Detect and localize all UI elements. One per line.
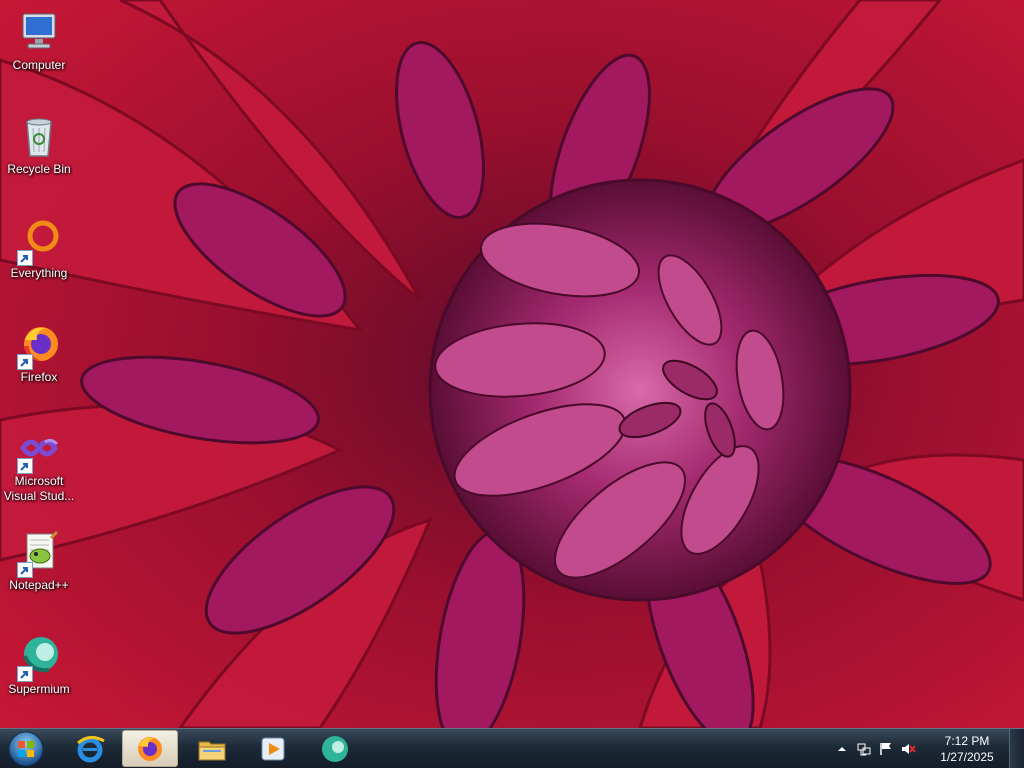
action-center-flag-icon[interactable] [878,741,894,757]
desktop-icon-label: Firefox [20,370,58,384]
taskbar-firefox-button[interactable] [122,730,178,767]
desktop-icon-label: Microsoft Visual Stud... [3,474,75,503]
shortcut-arrow-icon [17,458,33,474]
windows-logo-icon [8,731,44,767]
notepadpp-icon [15,528,63,578]
clock-time: 7:12 PM [944,734,990,748]
folder-icon [198,741,226,760]
clock[interactable]: 7:12 PM 1/27/2025 [932,733,1002,765]
computer-icon [15,8,63,56]
firefox-icon [15,320,63,370]
desktop-icon-label: Everything [10,266,68,280]
desktop-icon-visual-studio[interactable]: Microsoft Visual Stud... [0,418,78,504]
clock-date: 1/27/2025 [940,750,994,764]
taskbar-explorer-button[interactable] [184,730,240,767]
firefox-icon [138,736,162,761]
flower-wallpaper-art [0,0,1024,728]
show-hidden-icons-icon[interactable] [834,741,850,757]
taskbar-ie-button[interactable] [62,730,118,767]
show-desktop-button[interactable] [1009,729,1024,768]
desktop-icon-label: Recycle Bin [7,162,71,176]
desktop-icon-recycle-bin[interactable]: Recycle Bin [0,106,78,177]
taskbar-supermium-button[interactable] [307,730,363,767]
system-tray: 7:12 PM 1/27/2025 [834,729,1024,769]
supermium-icon [15,632,63,682]
desktop-icon-notepadpp[interactable]: Notepad++ [0,522,78,593]
media-player-icon [261,737,285,760]
volume-muted-icon[interactable] [900,741,916,757]
desktop-wallpaper[interactable] [0,0,1024,728]
start-button[interactable] [6,730,46,768]
desktop-icon-supermium[interactable]: Supermium [0,626,78,697]
visual-studio-icon [15,424,63,474]
shortcut-arrow-icon [17,666,33,682]
recycle-bin-icon [15,112,63,160]
supermium-icon [322,735,348,762]
desktop-icon-label: Supermium [8,682,70,696]
taskbar-media-player-button[interactable] [245,730,301,767]
shortcut-arrow-icon [17,354,33,370]
desktop-icon-label: Notepad++ [9,578,69,592]
desktop-icon-everything[interactable]: Everything [0,210,78,281]
ie-icon [77,735,105,762]
network-icon[interactable] [856,741,872,757]
shortcut-arrow-icon [17,250,33,266]
everything-icon [15,216,63,266]
desktop-icon-firefox[interactable]: Firefox [0,314,78,385]
desktop-icon-computer[interactable]: Computer [0,2,78,73]
desktop-icon-label: Computer [12,58,66,72]
shortcut-arrow-icon [17,562,33,578]
taskbar: 7:12 PM 1/27/2025 [0,728,1024,768]
